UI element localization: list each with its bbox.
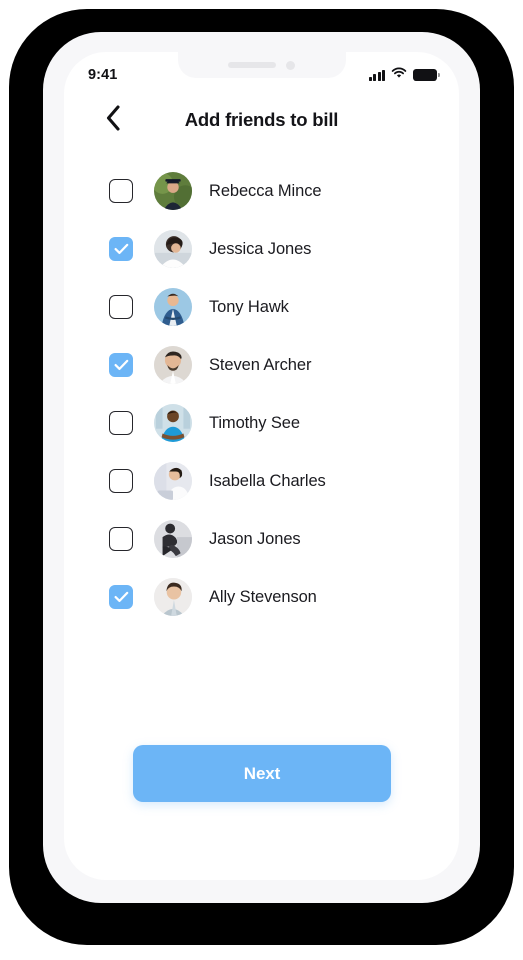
list-item[interactable]: Jessica Jones <box>64 220 459 278</box>
check-icon <box>114 591 128 602</box>
list-item[interactable]: Tony Hawk <box>64 278 459 336</box>
nav-bar: Add friends to bill <box>64 92 459 148</box>
list-item[interactable]: Steven Archer <box>64 336 459 394</box>
list-item[interactable]: Isabella Charles <box>64 452 459 510</box>
friend-name: Jessica Jones <box>209 239 312 258</box>
friend-checkbox[interactable] <box>109 469 133 493</box>
avatar <box>154 230 192 268</box>
battery-full-icon <box>413 69 441 81</box>
friend-checkbox[interactable] <box>109 353 133 377</box>
phone-mockup: 9:41 Add friends to bill Rebecca Mince J… <box>0 0 523 960</box>
friend-name: Jason Jones <box>209 529 301 548</box>
friend-checkbox[interactable] <box>109 295 133 319</box>
back-button[interactable] <box>98 104 128 136</box>
avatar <box>154 288 192 326</box>
list-item[interactable]: Jason Jones <box>64 510 459 568</box>
cellular-signal-icon <box>369 69 385 81</box>
avatar <box>154 462 192 500</box>
status-time: 9:41 <box>88 67 118 83</box>
avatar <box>154 404 192 442</box>
avatar <box>154 346 192 384</box>
friend-name: Rebecca Mince <box>209 181 322 200</box>
avatar <box>154 578 192 616</box>
friend-name: Tony Hawk <box>209 297 289 316</box>
next-button[interactable]: Next <box>133 745 391 802</box>
friend-checkbox[interactable] <box>109 585 133 609</box>
friend-name: Ally Stevenson <box>209 587 317 606</box>
avatar <box>154 172 192 210</box>
check-icon <box>114 243 128 254</box>
check-icon <box>114 359 128 370</box>
friend-name: Timothy See <box>209 413 300 432</box>
status-icons <box>369 66 441 84</box>
friend-checkbox[interactable] <box>109 237 133 261</box>
avatar <box>154 520 192 558</box>
list-item[interactable]: Ally Stevenson <box>64 568 459 626</box>
friend-name: Steven Archer <box>209 355 312 374</box>
friend-checkbox[interactable] <box>109 179 133 203</box>
phone-screen: 9:41 Add friends to bill Rebecca Mince J… <box>64 52 459 880</box>
list-item[interactable]: Timothy See <box>64 394 459 452</box>
chevron-left-icon <box>105 104 122 136</box>
list-item[interactable]: Rebecca Mince <box>64 162 459 220</box>
status-bar: 9:41 <box>64 52 459 92</box>
wifi-icon <box>391 66 407 84</box>
friend-name: Isabella Charles <box>209 471 326 490</box>
friend-checkbox[interactable] <box>109 527 133 551</box>
friend-checkbox[interactable] <box>109 411 133 435</box>
friend-list: Rebecca Mince Jessica Jones Tony Hawk St… <box>64 162 459 626</box>
